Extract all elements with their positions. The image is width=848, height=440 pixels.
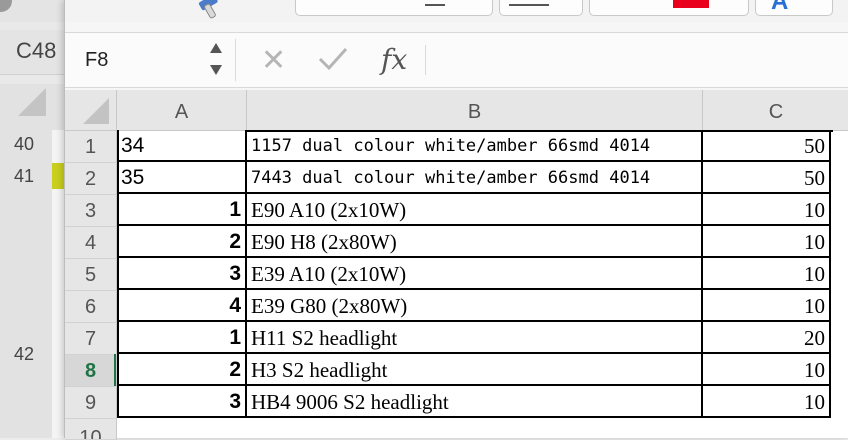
- column-header-c[interactable]: C: [703, 90, 848, 131]
- format-painter-icon[interactable]: [193, 0, 227, 20]
- cell-c5[interactable]: 10: [703, 258, 831, 290]
- formula-input[interactable]: [435, 41, 835, 79]
- cell-b8[interactable]: H3 S2 headlight: [247, 354, 703, 386]
- font-color-icon[interactable]: A: [771, 0, 788, 16]
- background-select-all-icon[interactable]: [18, 88, 46, 116]
- background-highlighted-cell[interactable]: [52, 163, 64, 189]
- cell-a9[interactable]: 3: [117, 386, 247, 418]
- cell-a8[interactable]: 2: [117, 354, 247, 386]
- cell-b6[interactable]: E39 G80 (2x80W): [247, 290, 703, 322]
- cancel-icon[interactable]: ✕: [261, 43, 286, 78]
- cell-b2[interactable]: 7443 dual colour white/amber 66smd 4014: [247, 162, 703, 194]
- cell-b1[interactable]: 1157 dual colour white/amber 66smd 4014: [247, 130, 703, 162]
- spreadsheet-grid: A B C 1 34 1157 dual colour white/amber …: [65, 90, 848, 440]
- background-row-headers: 40 41 42: [0, 130, 53, 438]
- cell-b9[interactable]: HB4 9006 S2 headlight: [247, 386, 703, 418]
- row-header-active[interactable]: 8: [65, 355, 117, 387]
- cell-b5[interactable]: E39 A10 (2x10W): [247, 258, 703, 290]
- border-icon[interactable]: [509, 4, 549, 6]
- column-header-a[interactable]: A: [117, 90, 247, 131]
- font-color-button[interactable]: [755, 0, 833, 16]
- row-header[interactable]: 3: [65, 195, 117, 227]
- name-box-stepper-icon[interactable]: [207, 39, 225, 79]
- formula-bar: F8 ✕ fx: [65, 32, 848, 88]
- font-format-button-group[interactable]: [295, 0, 493, 16]
- cell-a3[interactable]: 1: [117, 194, 247, 226]
- fill-color-swatch-icon[interactable]: [673, 0, 709, 8]
- cell-a4[interactable]: 2: [117, 226, 247, 258]
- border-button[interactable]: [499, 0, 583, 16]
- cell-b7[interactable]: H11 S2 headlight: [247, 322, 703, 354]
- cell-c1[interactable]: 50: [703, 130, 831, 162]
- row-header[interactable]: 1: [65, 131, 117, 163]
- background-row-number[interactable]: 41: [14, 166, 34, 187]
- cell-c6[interactable]: 10: [703, 290, 831, 322]
- cell-c4[interactable]: 10: [703, 226, 831, 258]
- row-header[interactable]: 4: [65, 227, 117, 259]
- cell-c2[interactable]: 50: [703, 162, 831, 194]
- background-row-number[interactable]: 40: [14, 134, 34, 155]
- column-header-b[interactable]: B: [247, 90, 703, 131]
- cell-a6[interactable]: 4: [117, 290, 247, 322]
- row-header[interactable]: 7: [65, 323, 117, 355]
- name-box[interactable]: F8: [65, 33, 235, 87]
- cell-b4[interactable]: E90 H8 (2x80W): [247, 226, 703, 258]
- select-all-icon: [83, 98, 109, 124]
- underline-icon[interactable]: [425, 4, 445, 6]
- row-header[interactable]: 10: [65, 419, 117, 440]
- cell-a7[interactable]: 1: [117, 322, 247, 354]
- row-header[interactable]: 5: [65, 259, 117, 291]
- background-name-box-value: C48: [16, 38, 57, 63]
- ribbon-toolbar: A: [65, 0, 848, 22]
- cell-c3[interactable]: 10: [703, 194, 831, 226]
- row-header[interactable]: 2: [65, 163, 117, 195]
- row-header[interactable]: 6: [65, 291, 117, 323]
- cell-c8[interactable]: 10: [703, 354, 831, 386]
- insert-function-icon[interactable]: fx: [381, 43, 407, 76]
- cell-c9[interactable]: 10: [703, 386, 831, 418]
- row-header[interactable]: 9: [65, 387, 117, 419]
- cell-b3[interactable]: E90 A10 (2x10W): [247, 194, 703, 226]
- name-box-divider: [235, 39, 236, 81]
- background-row-number[interactable]: 42: [14, 344, 34, 365]
- formula-divider: [425, 45, 426, 75]
- excel-window: A F8 ✕ fx A B C 1 34 1157 dual colour wh: [64, 0, 848, 440]
- select-all-button[interactable]: [65, 90, 117, 131]
- name-box-value[interactable]: F8: [85, 49, 108, 72]
- cell-c7[interactable]: 20: [703, 322, 831, 354]
- cell-a5[interactable]: 3: [117, 258, 247, 290]
- cell-a1[interactable]: 34: [117, 130, 247, 162]
- cell-a2[interactable]: 35: [117, 162, 247, 194]
- active-row-indicator: [114, 354, 116, 386]
- enter-check-icon[interactable]: [317, 45, 349, 73]
- background-name-box[interactable]: C48: [0, 30, 64, 75]
- fill-color-button-group[interactable]: [589, 0, 749, 16]
